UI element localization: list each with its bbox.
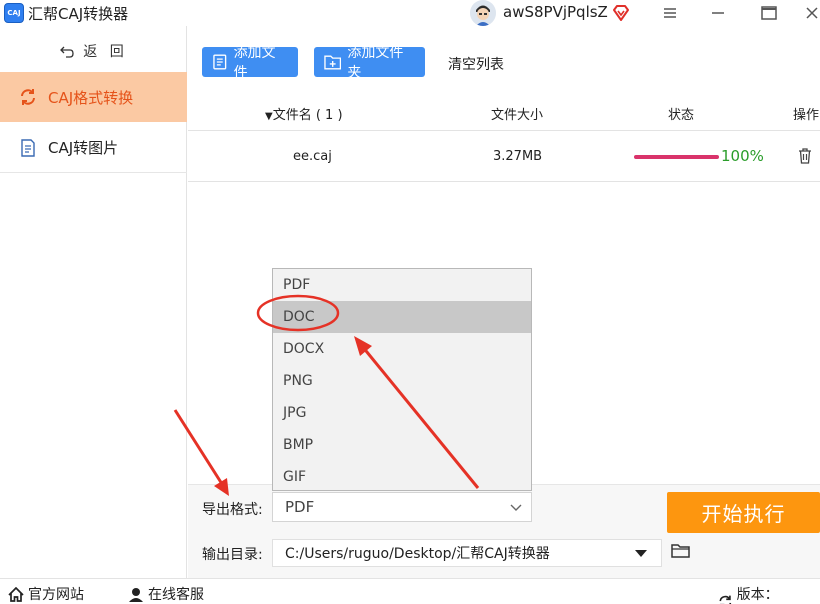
column-header-size: 文件大小 <box>491 108 544 123</box>
output-dir-select[interactable]: C:/Users/ruguo/Desktop/汇帮CAJ转换器 <box>272 539 662 567</box>
minimize-icon[interactable] <box>698 0 738 26</box>
column-header-status: 状态 <box>668 108 695 123</box>
sidebar: 返 回 CAJ格式转换 CAJ转图片 <box>0 26 187 578</box>
vip-diamond-icon[interactable] <box>611 3 631 23</box>
export-format-label: 导出格式: <box>202 502 263 518</box>
start-button[interactable]: 开始执行 <box>667 492 820 533</box>
file-name: ee.caj <box>293 149 332 164</box>
format-dropdown-list: PDF DOC DOCX PNG JPG BMP GIF <box>272 268 532 491</box>
username[interactable]: awS8PVjPqlsZ <box>503 3 608 21</box>
back-button[interactable]: 返 回 <box>0 36 187 66</box>
sidebar-item-caj-image[interactable]: CAJ转图片 <box>0 123 187 173</box>
add-folder-icon <box>324 55 342 70</box>
table-header: ▼文件名 ( 1 ) 文件大小 状态 操作 <box>188 95 820 131</box>
add-file-icon <box>213 54 227 70</box>
support-agent-icon <box>129 587 143 602</box>
add-file-label: 添加文件 <box>233 45 276 81</box>
output-dir-label: 输出目录: <box>202 547 263 563</box>
format-option-jpg[interactable]: JPG <box>273 397 531 429</box>
back-label: 返 回 <box>83 44 128 60</box>
sidebar-item-label: CAJ格式转换 <box>48 88 134 107</box>
title-bar: CAJ 汇帮CAJ转换器 awS8PVjPqlsZ <box>0 0 820 26</box>
file-size: 3.27MB <box>493 149 543 164</box>
refresh-icon <box>719 595 732 604</box>
export-format-select[interactable]: PDF <box>272 492 532 522</box>
sidebar-item-caj-format[interactable]: CAJ格式转换 <box>0 72 187 122</box>
add-folder-label: 添加文件夹 <box>347 45 404 81</box>
output-path: C:/Users/ruguo/Desktop/汇帮CAJ转换器 <box>285 546 550 562</box>
format-option-gif[interactable]: GIF <box>273 461 531 493</box>
column-header-action: 操作 <box>793 108 820 123</box>
clear-list-button[interactable]: 清空列表 <box>448 54 504 74</box>
folder-icon[interactable] <box>671 543 691 563</box>
version-info[interactable]: 版本：2.0.0.0 <box>718 584 820 604</box>
close-icon[interactable] <box>800 0 820 26</box>
table-row[interactable]: ee.caj 3.27MB 100% <box>188 132 820 182</box>
format-option-png[interactable]: PNG <box>273 365 531 397</box>
home-icon <box>8 586 24 602</box>
selected-format: PDF <box>285 498 315 516</box>
column-header-name[interactable]: ▼文件名 ( 1 ) <box>265 104 343 123</box>
add-folder-button[interactable]: 添加文件夹 <box>314 45 425 81</box>
refresh-icon <box>18 87 38 107</box>
app-title: 汇帮CAJ转换器 <box>28 5 129 23</box>
maximize-icon[interactable] <box>749 0 789 26</box>
support-link[interactable]: 在线客服 <box>128 584 204 604</box>
document-icon <box>18 138 38 158</box>
progress-bar <box>634 155 719 159</box>
avatar[interactable] <box>470 0 496 26</box>
sort-caret-icon: ▼ <box>265 111 273 122</box>
sidebar-item-label: CAJ转图片 <box>48 139 119 157</box>
chevron-down-icon <box>510 504 522 511</box>
progress-text: 100% <box>721 147 764 165</box>
back-arrow-icon <box>60 46 74 58</box>
app-logo-icon: CAJ <box>4 3 24 23</box>
trash-icon[interactable] <box>798 148 812 168</box>
caret-down-icon <box>635 550 647 557</box>
format-option-bmp[interactable]: BMP <box>273 429 531 461</box>
format-option-pdf[interactable]: PDF <box>273 269 531 301</box>
add-file-button[interactable]: 添加文件 <box>202 45 298 81</box>
status-bar: 官方网站 在线客服 版本：2.0.0.0 <box>0 578 820 604</box>
menu-icon[interactable] <box>650 0 690 26</box>
format-option-doc[interactable]: DOC <box>273 301 531 333</box>
format-option-docx[interactable]: DOCX <box>273 333 531 365</box>
website-link[interactable]: 官方网站 <box>8 584 84 604</box>
